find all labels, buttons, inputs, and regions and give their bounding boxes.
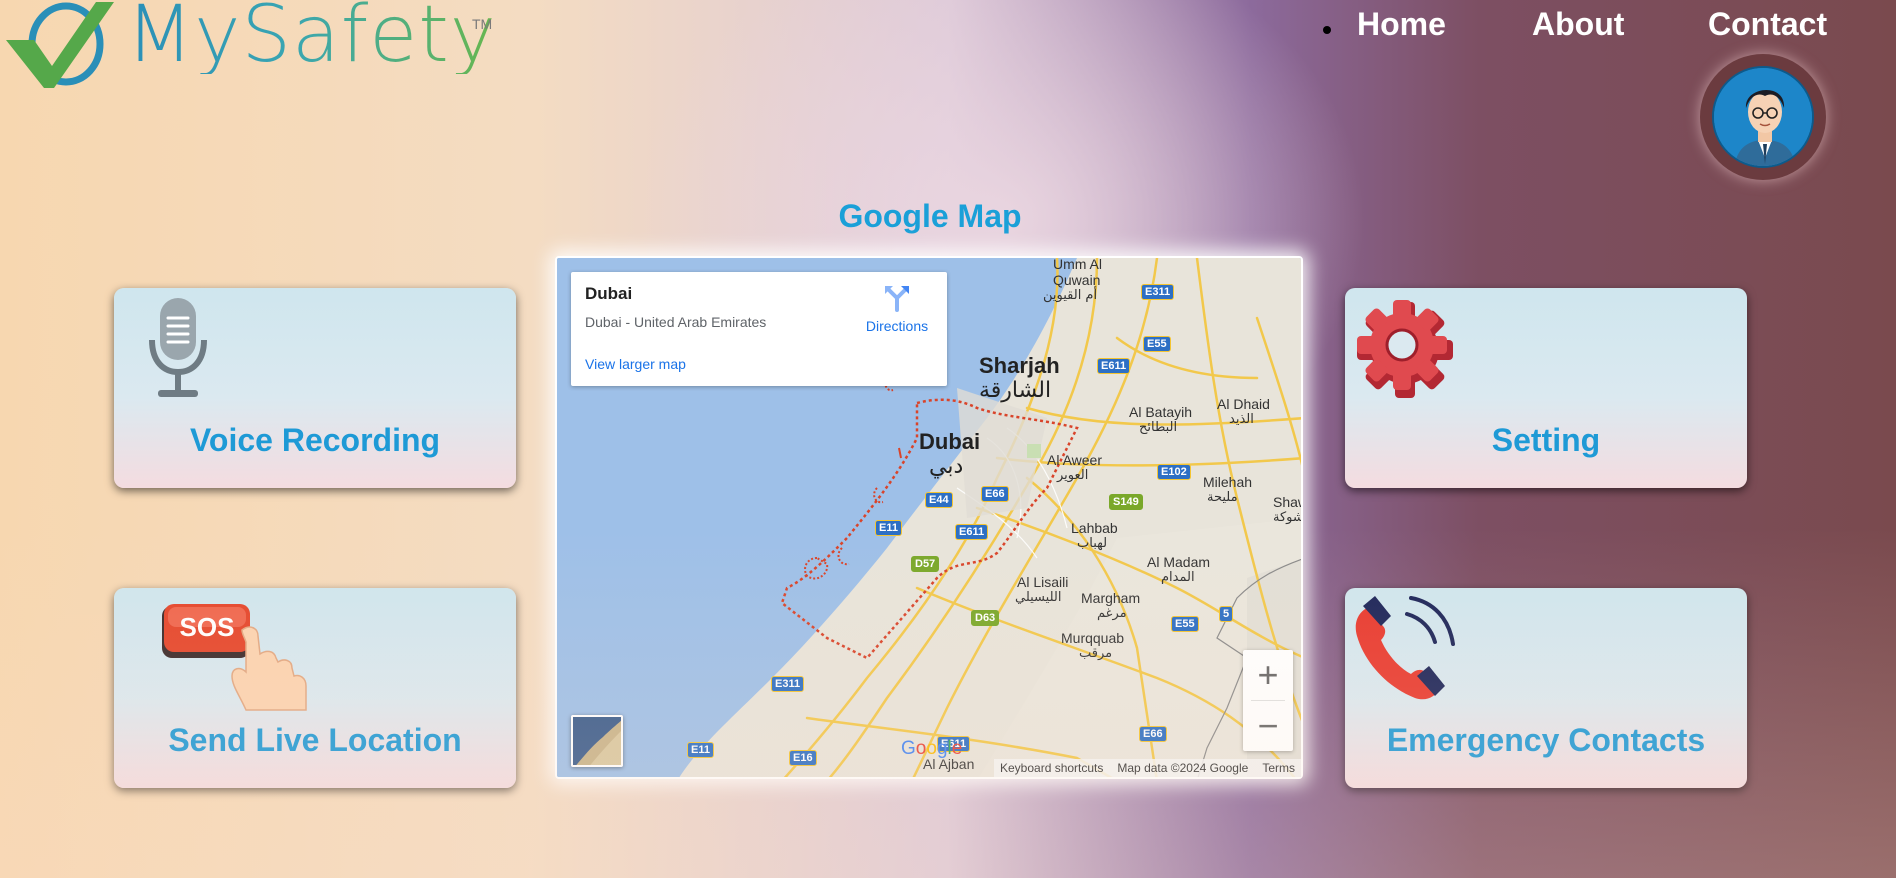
google-logo: Google <box>901 738 963 759</box>
microphone-icon <box>149 298 207 397</box>
phone-icon <box>1355 596 1455 700</box>
map-label-shaw-ar: شوكة <box>1273 510 1303 525</box>
google-map[interactable]: Umm Al Quwain أم القيوين Sharjah الشارقة… <box>555 256 1303 779</box>
map-label-sharjah-ar: الشارقة <box>979 378 1052 403</box>
map-label-milehah: Milehah <box>1203 474 1253 490</box>
view-larger-map-link[interactable]: View larger map <box>585 356 686 372</box>
map-label-murqquab-ar: مرقب <box>1079 646 1113 661</box>
road-shield-e66-bottom: E66 <box>1139 726 1167 742</box>
map-label-umm-al-quwain-2: Quwain <box>1053 272 1101 288</box>
road-shield-s149: S149 <box>1109 494 1143 510</box>
map-label-umm-al-quwain-ar: أم القيوين <box>1043 288 1098 303</box>
map-label-lahbab: Lahbab <box>1071 520 1118 536</box>
brand-name: MySafety <box>126 0 497 74</box>
nav-home[interactable]: Home <box>1357 6 1446 43</box>
road-shield-d57: D57 <box>911 556 940 572</box>
directions-icon <box>885 286 909 312</box>
voice-recording-card[interactable]: Voice Recording <box>114 288 516 488</box>
map-section-title: Google Map <box>838 198 1022 234</box>
map-data-credit: Map data ©2024 Google <box>1117 761 1249 775</box>
zoom-in-button[interactable]: + <box>1243 650 1293 700</box>
road-shield-e66: E66 <box>981 486 1009 502</box>
map-place-address: Dubai - United Arab Emirates <box>585 314 767 330</box>
send-live-location-card[interactable]: SOS Send Live Location <box>114 588 516 788</box>
map-label-al-madam: Al Madam <box>1147 554 1211 570</box>
map-label-al-aweer-ar: العوير <box>1057 468 1089 483</box>
user-avatar-icon <box>1712 66 1814 168</box>
terms-link[interactable]: Terms <box>1262 761 1295 775</box>
keyboard-shortcuts-link[interactable]: Keyboard shortcuts <box>1000 761 1103 775</box>
road-shield-e311: E311 <box>1141 284 1175 300</box>
road-shield-e102: E102 <box>1157 464 1191 480</box>
send-live-location-label: Send Live Location <box>168 722 462 758</box>
zoom-out-button[interactable]: − <box>1243 701 1293 751</box>
map-label-al-lisaili-ar: الليسيلي <box>1015 590 1062 605</box>
map-label-al-aweer: Al Aweer <box>1047 452 1102 468</box>
map-zoom-control: + − <box>1243 650 1293 751</box>
map-label-sharjah: Sharjah <box>979 353 1060 378</box>
road-shield-e611-mid: E611 <box>955 524 989 540</box>
road-shield-e611: E611 <box>1097 358 1131 374</box>
map-attribution-bar: Keyboard shortcuts Map data ©2024 Google… <box>994 759 1301 777</box>
road-shield-e311-bottom: E311 <box>771 676 805 692</box>
road-shield-5: 5 <box>1219 606 1234 622</box>
map-label-shaw: Shaw <box>1273 494 1301 510</box>
map-info-card: Dubai Dubai - United Arab Emirates View … <box>571 272 947 386</box>
map-label-al-madam-ar: المدام <box>1161 570 1195 585</box>
gear-icon <box>1357 300 1453 398</box>
nav-bullet <box>1323 26 1331 34</box>
road-shield-d63: D63 <box>971 610 1000 626</box>
directions-label: Directions <box>865 318 929 334</box>
brand-logo[interactable]: MySafety TM <box>4 0 497 92</box>
emergency-contacts-label: Emergency Contacts <box>1386 722 1706 758</box>
map-label-lahbab-ar: لهباب <box>1077 536 1108 551</box>
trademark: TM <box>472 16 493 32</box>
map-label-al-dhaid-ar: الذيد <box>1229 412 1254 427</box>
directions-button[interactable]: Directions <box>857 284 937 334</box>
road-shield-e55-bottom: E55 <box>1171 616 1199 632</box>
map-label-dubai: Dubai <box>919 429 981 454</box>
map-label-dubai-ar: دبي <box>929 454 964 479</box>
satellite-view-toggle[interactable] <box>571 715 623 767</box>
nav-about[interactable]: About <box>1532 6 1624 43</box>
map-label-margham: Margham <box>1081 590 1141 606</box>
road-shield-e11: E11 <box>875 520 902 536</box>
satellite-thumbnail-icon <box>573 717 621 765</box>
road-shield-e55: E55 <box>1143 336 1171 352</box>
map-label-al-lisaili: Al Lisaili <box>1017 574 1069 590</box>
profile-avatar-button[interactable] <box>1700 54 1826 180</box>
voice-recording-label: Voice Recording <box>189 422 441 458</box>
map-label-al-batayih-ar: البطائح <box>1139 420 1178 435</box>
emergency-contacts-card[interactable]: Emergency Contacts <box>1345 588 1747 788</box>
map-label-milehah-ar: مليحة <box>1207 490 1238 505</box>
road-shield-e44: E44 <box>925 492 953 508</box>
checkmark-logo-icon <box>6 2 114 88</box>
map-label-murqquab: Murqquab <box>1061 630 1125 646</box>
setting-label: Setting <box>1491 422 1601 458</box>
map-label-margham-ar: مرغم <box>1097 606 1127 621</box>
map-label-umm-al-quwain: Umm Al <box>1053 256 1102 272</box>
sos-button-icon: SOS <box>162 604 307 711</box>
map-label-al-dhaid: Al Dhaid <box>1217 396 1270 412</box>
map-place-name: Dubai <box>585 284 633 303</box>
road-shield-e16: E16 <box>789 750 817 766</box>
nav-contact[interactable]: Contact <box>1708 6 1827 43</box>
setting-card[interactable]: Setting <box>1345 288 1747 488</box>
map-label-al-batayih: Al Batayih <box>1129 404 1193 420</box>
svg-text:SOS: SOS <box>180 612 235 642</box>
road-shield-e11-bottom: E11 <box>687 742 714 758</box>
